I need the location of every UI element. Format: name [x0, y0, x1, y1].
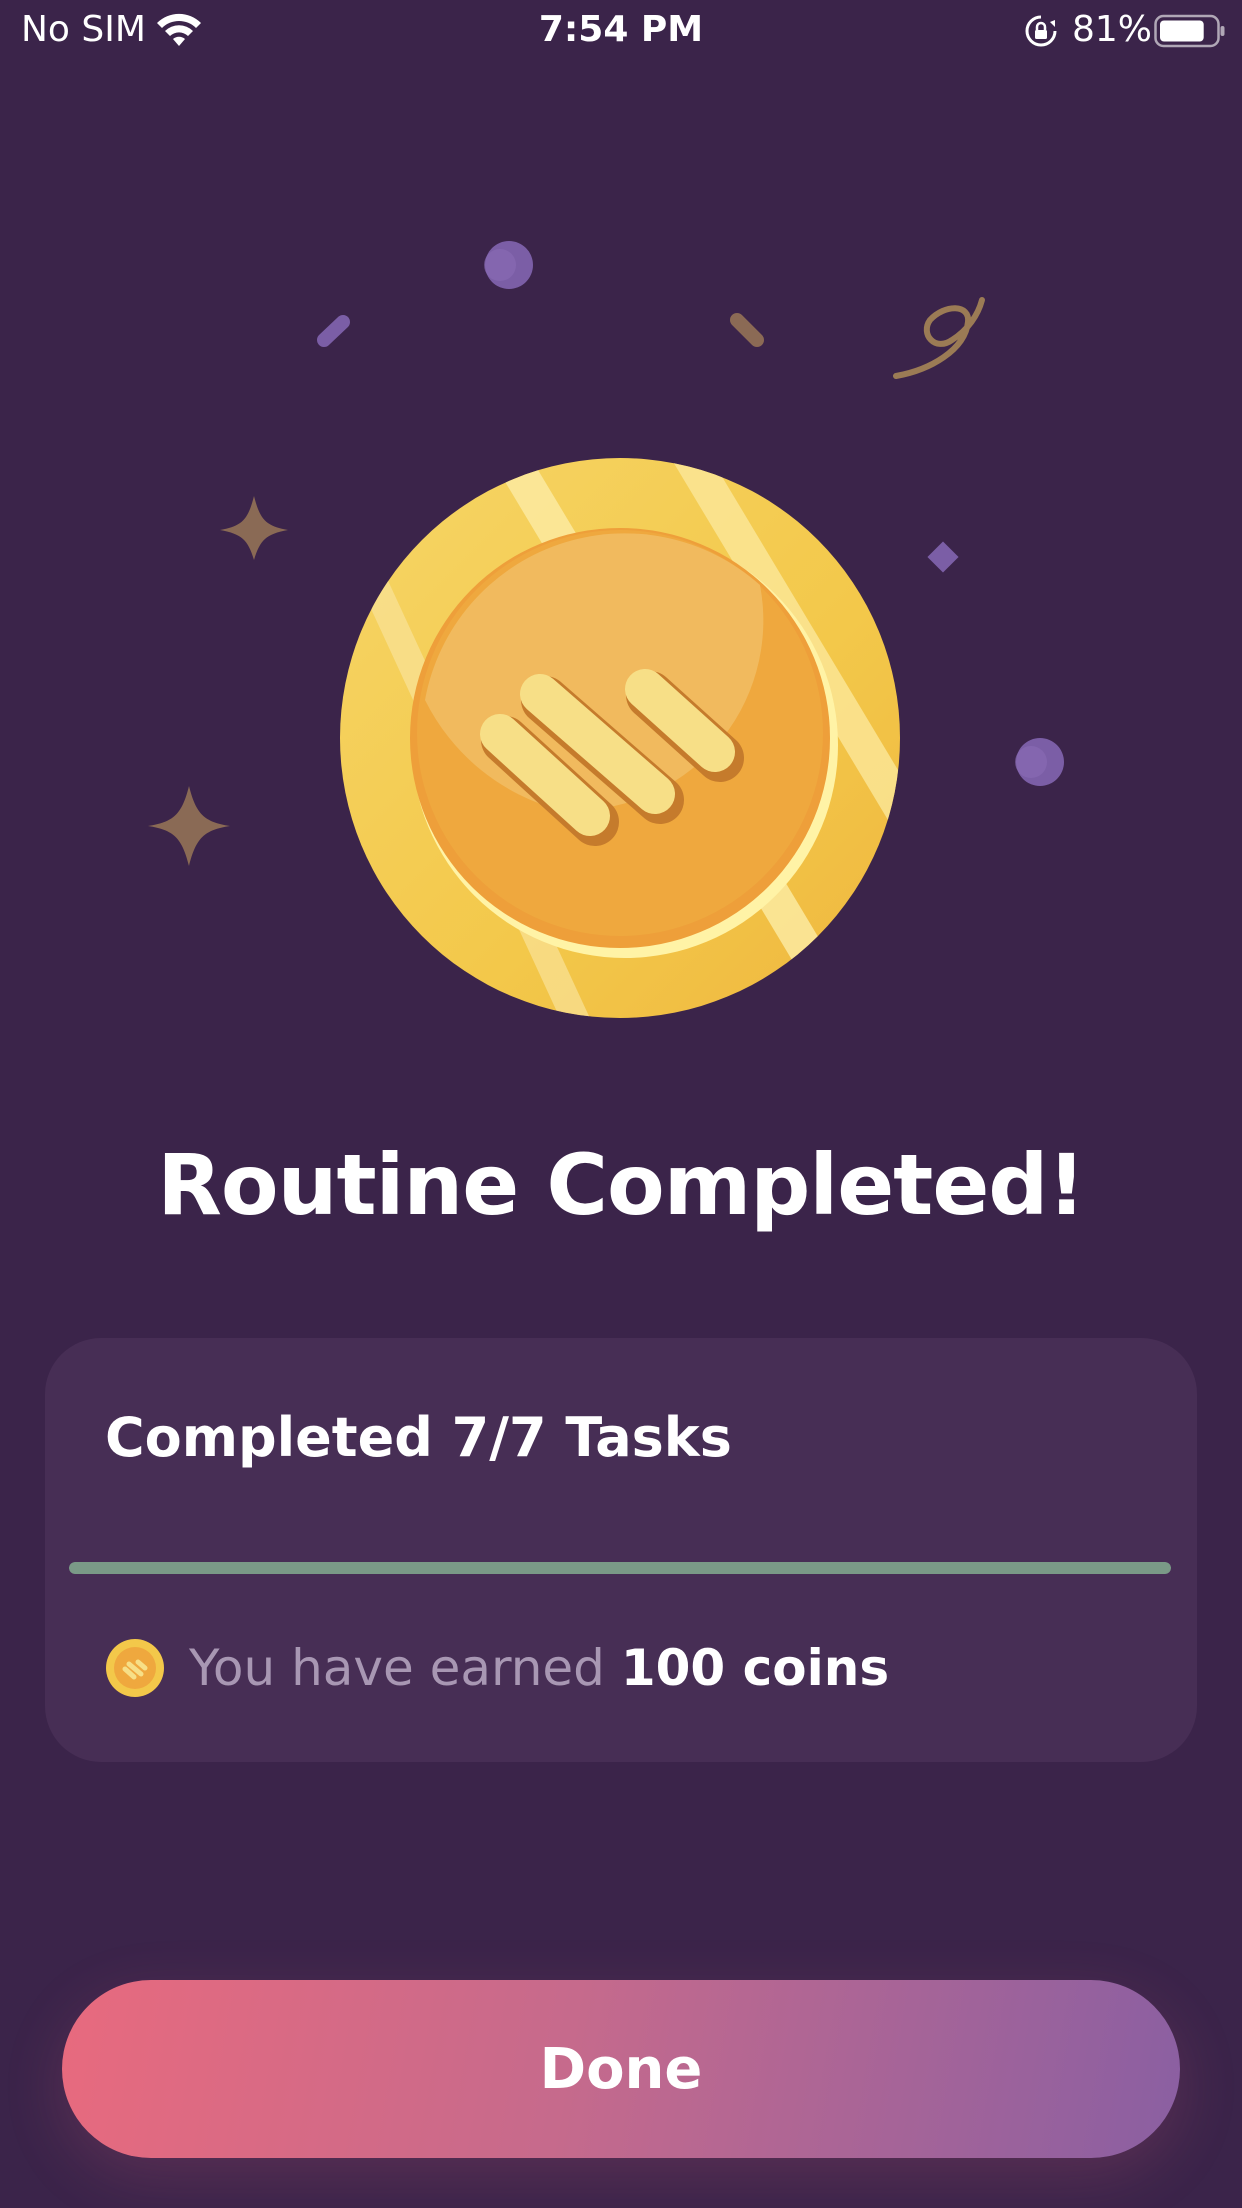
coin-icon: [340, 458, 900, 1018]
tasks-progress-bar: [69, 1562, 1171, 1574]
earned-amount: 100 coins: [620, 1639, 890, 1697]
page-title: Routine Completed!: [157, 1136, 1086, 1234]
tasks-progress-fill: [69, 1562, 1171, 1574]
routine-completed-screen: No SIM 7:54 PM 81% Routine Completed! Co…: [0, 0, 1242, 2208]
celebration-illustration: [148, 241, 1064, 1018]
done-button[interactable]: Done: [62, 1980, 1180, 2158]
earned-prefix: You have earned: [189, 1639, 605, 1697]
done-button-label: Done: [539, 2036, 703, 2102]
tasks-completed-label: Completed 7/7 Tasks: [105, 1406, 732, 1469]
coins-earned-text: You have earned 100 coins: [189, 1634, 889, 1702]
summary-card: Completed 7/7 Tasks You have earned 100 …: [45, 1338, 1197, 1762]
coin-icon: [106, 1639, 164, 1697]
